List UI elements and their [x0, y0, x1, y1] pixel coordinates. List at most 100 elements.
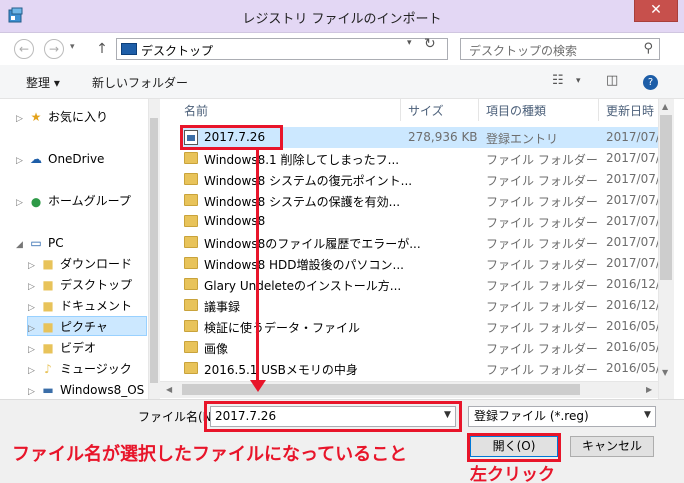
videos-folder-icon: ■	[42, 341, 54, 355]
tree-item-windows8-os[interactable]: ▷ ▬ Windows8_OS (	[28, 380, 153, 399]
expand-arrow-icon[interactable]: ▷	[28, 340, 40, 360]
search-input[interactable]: デスクトップの検索 ⚲	[460, 38, 660, 60]
up-button[interactable]: ↑	[94, 39, 110, 59]
tree-item-desktop[interactable]: ▷ ■ デスクトップ	[28, 275, 132, 295]
file-date: 2017/07/	[606, 214, 660, 228]
preview-pane-icon[interactable]: ◫	[606, 73, 618, 88]
filetype-chevron-down-icon[interactable]: ▼	[644, 410, 651, 420]
collapse-arrow-icon[interactable]: ◢	[16, 235, 28, 255]
tree-item-label: ホームグループ	[48, 194, 131, 208]
annotation-click-note: 左クリック	[470, 465, 555, 483]
download-folder-icon: ■	[42, 257, 54, 271]
scroll-down-arrow-icon[interactable]: ▼	[662, 368, 668, 377]
expand-arrow-icon[interactable]: ▷	[16, 151, 28, 171]
expand-arrow-icon[interactable]: ▷	[16, 193, 28, 213]
forward-button[interactable]: →	[44, 39, 64, 59]
tree-item-pictures[interactable]: ▷ ■ ピクチャ	[27, 316, 147, 336]
file-list-vertical-scroll-thumb[interactable]	[660, 115, 672, 280]
expand-arrow-icon[interactable]: ▷	[28, 298, 40, 318]
tree-item-videos[interactable]: ▷ ■ ビデオ	[28, 338, 96, 358]
annotation-open-button-box	[467, 433, 561, 462]
expand-arrow-icon[interactable]: ▷	[28, 319, 40, 339]
view-chevron-down-icon[interactable]: ▾	[576, 76, 581, 86]
annotation-arrow-line	[256, 150, 259, 382]
folder-icon	[184, 320, 198, 332]
view-options-icon[interactable]: ☷	[552, 73, 564, 88]
file-row[interactable]: Windows8 ファイル フォルダー 2017/07/	[180, 211, 660, 232]
search-icon: ⚲	[643, 41, 653, 56]
scroll-right-arrow-icon[interactable]: ▶	[646, 385, 652, 394]
file-row[interactable]: 画像 ファイル フォルダー 2016/05/	[180, 337, 660, 358]
cloud-icon: ☁	[30, 152, 42, 166]
tree-item-label: ドキュメント	[60, 299, 133, 313]
file-row[interactable]: Windows8 システムの保護を有効... ファイル フォルダー 2017/0…	[180, 190, 660, 211]
expand-arrow-icon[interactable]: ▷	[28, 277, 40, 297]
file-row[interactable]: 2016.5.1 USBメモリの中身 ファイル フォルダー 2016/05/	[180, 358, 660, 379]
help-icon[interactable]: ?	[643, 75, 658, 90]
file-row[interactable]: Windows8.1 削除してしまったフ... ファイル フォルダー 2017/…	[180, 148, 660, 169]
file-type: ファイル フォルダー	[486, 363, 598, 377]
tree-item-pc[interactable]: ◢ ▭ PC	[16, 233, 64, 253]
star-icon: ★	[30, 110, 42, 124]
address-bar[interactable]: デスクトップ	[116, 38, 448, 60]
file-date: 2017/07/	[606, 235, 660, 249]
tree-item-music[interactable]: ▷ ♪ ミュージック	[28, 359, 132, 379]
file-date: 2017/07/	[606, 151, 660, 165]
expand-arrow-icon[interactable]: ▷	[28, 382, 40, 399]
back-button[interactable]: ←	[14, 39, 34, 59]
file-name: Windows8のファイル履歴でエラーが...	[204, 237, 421, 251]
expand-arrow-icon[interactable]: ▷	[28, 361, 40, 381]
tree-item-label: Windows8_OS (	[60, 383, 153, 397]
expand-arrow-icon[interactable]: ▷	[16, 109, 28, 129]
address-text: デスクトップ	[141, 44, 214, 58]
column-divider[interactable]	[598, 99, 599, 121]
close-button[interactable]: ✕	[634, 0, 678, 22]
file-name: Windows8 HDD増設後のパソコン...	[204, 258, 404, 272]
column-divider[interactable]	[400, 99, 401, 121]
documents-folder-icon: ■	[42, 299, 54, 313]
file-date: 2016/12/	[606, 298, 660, 312]
column-header-type[interactable]: 項目の種類	[486, 102, 546, 119]
column-header-date[interactable]: 更新日時	[606, 102, 654, 119]
file-date: 2016/12/	[606, 277, 660, 291]
organize-menu-button[interactable]: 整理 ▾	[26, 74, 60, 91]
tree-item-label: お気に入り	[48, 110, 109, 124]
file-type: 登録エントリ	[486, 132, 559, 146]
address-history-chevron-icon[interactable]: ▾	[407, 38, 412, 48]
file-row[interactable]: Windows8のファイル履歴でエラーが... ファイル フォルダー 2017/…	[180, 232, 660, 253]
column-header-size[interactable]: サイズ	[408, 102, 444, 119]
file-row[interactable]: Windows8 HDD増設後のパソコン... ファイル フォルダー 2017/…	[180, 253, 660, 274]
recent-locations-chevron-icon[interactable]: ▾	[70, 42, 75, 52]
drive-icon: ▬	[42, 383, 54, 397]
scroll-left-arrow-icon[interactable]: ◀	[166, 385, 172, 394]
file-name: Windows8 システムの保護を有効...	[204, 195, 401, 209]
tree-item-documents[interactable]: ▷ ■ ドキュメント	[28, 296, 132, 316]
nav-pane-scroll-thumb[interactable]	[150, 118, 158, 383]
tree-item-favorites[interactable]: ▷ ★ お気に入り	[16, 107, 108, 127]
music-folder-icon: ♪	[44, 362, 52, 376]
tree-item-label: ダウンロード	[60, 257, 133, 271]
file-list-horizontal-scroll-thumb[interactable]	[182, 384, 580, 395]
tree-item-onedrive[interactable]: ▷ ☁ OneDrive	[16, 149, 104, 169]
folder-icon	[184, 341, 198, 353]
file-row[interactable]: Windows8 システムの復元ポイント... ファイル フォルダー 2017/…	[180, 169, 660, 190]
filetype-select[interactable]: 登録ファイル (*.reg)	[468, 406, 656, 427]
column-header-name[interactable]: 名前	[184, 102, 208, 119]
tree-item-homegroup[interactable]: ▷ ⬤ ホームグループ	[16, 191, 131, 211]
scroll-up-arrow-icon[interactable]: ▲	[662, 102, 668, 111]
desktop-folder-icon: ■	[42, 278, 54, 292]
file-type: ファイル フォルダー	[486, 279, 598, 293]
file-row[interactable]: 議事録 ファイル フォルダー 2016/12/	[180, 295, 660, 316]
new-folder-button[interactable]: 新しいフォルダー	[92, 74, 188, 91]
column-divider[interactable]	[478, 99, 479, 121]
tree-item-downloads[interactable]: ▷ ■ ダウンロード	[28, 254, 132, 274]
file-name: 検証に使うデータ・ファイル	[204, 321, 361, 335]
file-date: 2017/07/	[606, 193, 660, 207]
cancel-button[interactable]: キャンセル	[570, 436, 654, 457]
folder-icon	[184, 173, 198, 185]
refresh-icon[interactable]: ↻	[424, 36, 436, 52]
expand-arrow-icon[interactable]: ▷	[28, 256, 40, 276]
file-row[interactable]: 検証に使うデータ・ファイル ファイル フォルダー 2016/05/	[180, 316, 660, 337]
file-name: Windows8.1 削除してしまったフ...	[204, 153, 400, 167]
file-row[interactable]: Glary Undeleteのインストール方... ファイル フォルダー 201…	[180, 274, 660, 295]
